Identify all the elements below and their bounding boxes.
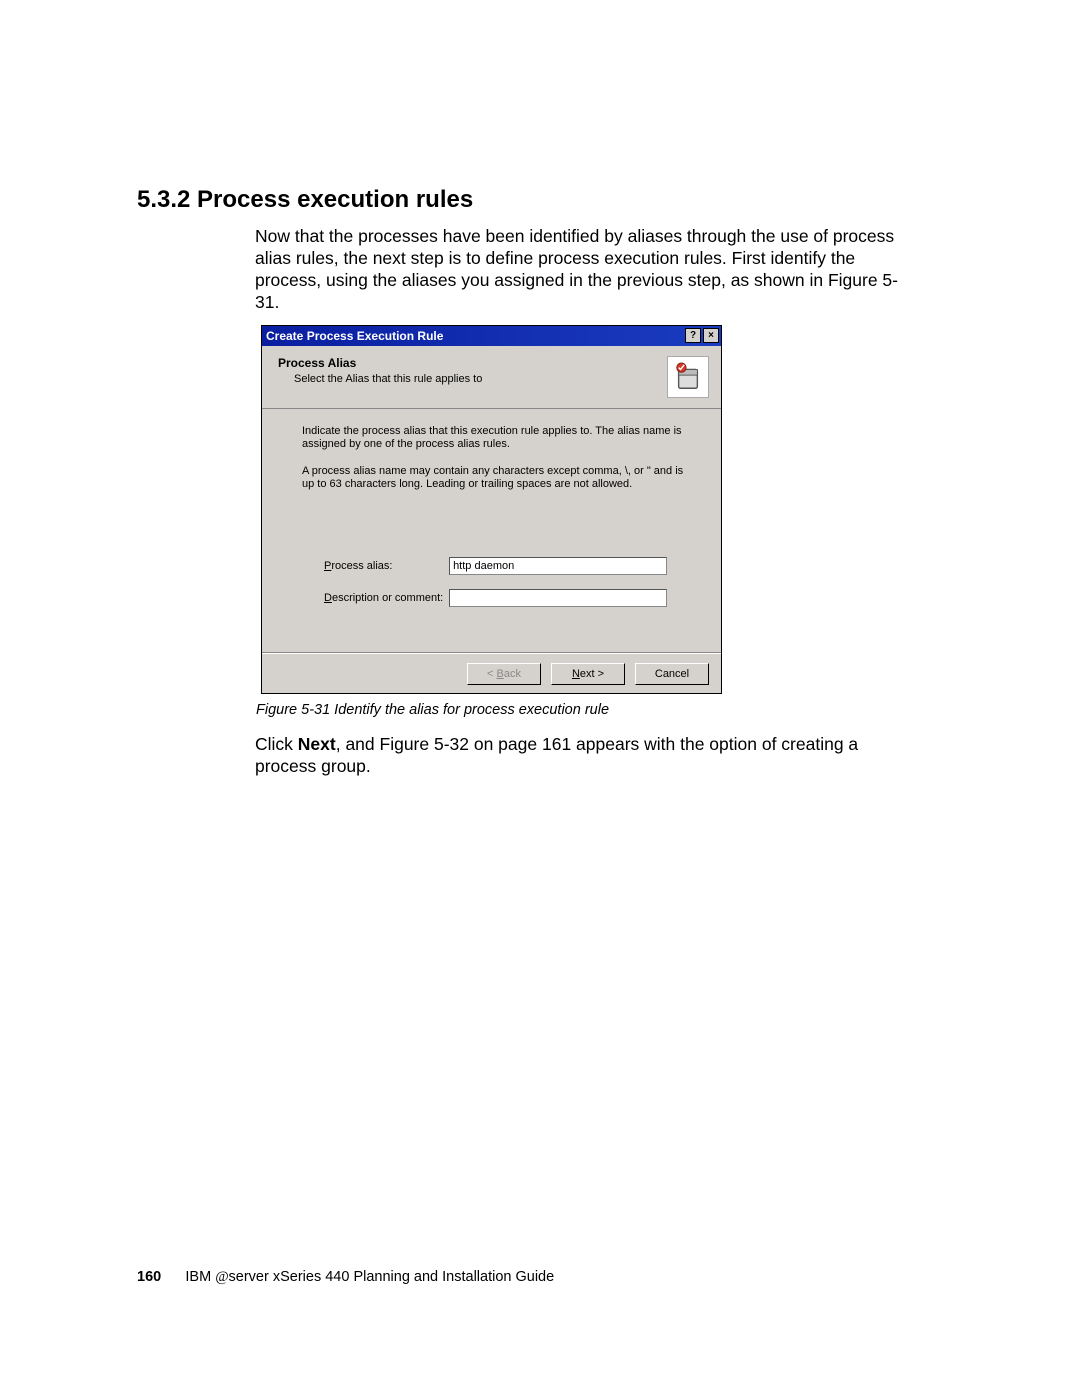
help-button[interactable]: ?: [685, 328, 701, 343]
page-number: 160: [137, 1269, 161, 1285]
process-rule-icon: [667, 356, 709, 398]
dialog-title: Create Process Execution Rule: [266, 329, 443, 343]
footer-text: IBM @server xSeries 440 Planning and Ins…: [185, 1269, 554, 1285]
dialog-instruction-1: Indicate the process alias that this exe…: [302, 425, 697, 450]
cancel-button[interactable]: Cancel: [635, 663, 709, 685]
dialog-titlebar: Create Process Execution Rule ? ×: [262, 326, 721, 346]
dialog-button-bar: < Back Next > Cancel: [262, 653, 721, 693]
post-paragraph: Click Next, and Figure 5-32 on page 161 …: [255, 734, 915, 778]
next-button[interactable]: Next >: [551, 663, 625, 685]
section-heading: 5.3.2 Process execution rules: [137, 186, 473, 214]
dialog-header-subtitle: Select the Alias that this rule applies …: [294, 373, 482, 385]
page-footer: 160 IBM @server xSeries 440 Planning and…: [137, 1269, 554, 1286]
figure-caption: Figure 5-31 Identify the alias for proce…: [256, 702, 609, 718]
back-button: < Back: [467, 663, 541, 685]
dialog-header-area: Process Alias Select the Alias that this…: [262, 346, 721, 409]
create-process-execution-rule-dialog: Create Process Execution Rule ? × Proces…: [261, 325, 722, 694]
close-button[interactable]: ×: [703, 328, 719, 343]
intro-paragraph: Now that the processes have been identif…: [255, 226, 915, 314]
process-alias-input[interactable]: [449, 557, 667, 575]
dialog-instruction-2: A process alias name may contain any cha…: [302, 465, 697, 490]
description-input[interactable]: [449, 589, 667, 607]
description-label: Description or comment:: [324, 592, 446, 604]
dialog-header-title: Process Alias: [278, 356, 356, 370]
process-alias-label: Process alias:: [324, 560, 446, 572]
